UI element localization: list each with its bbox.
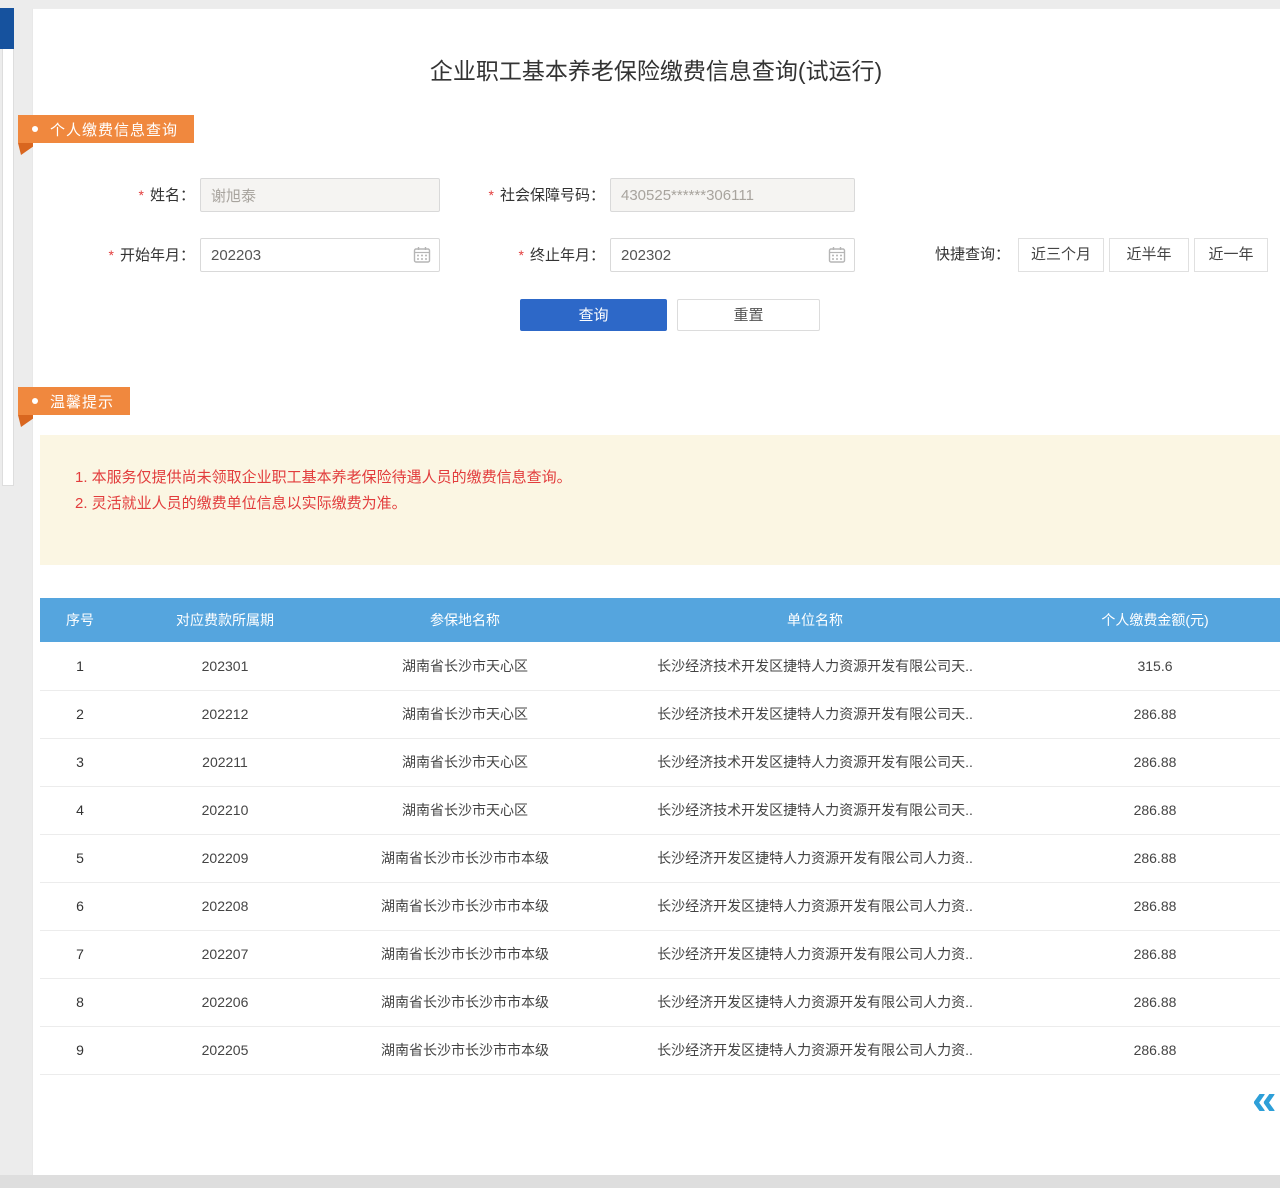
table-row: 2202212湖南省长沙市天心区长沙经济技术开发区捷特人力资源开发有限公司天..… [40, 690, 1280, 738]
table-cell: 长沙经济开发区捷特人力资源开发有限公司人力资.. [600, 978, 1030, 1026]
table-cell: 长沙经济技术开发区捷特人力资源开发有限公司天.. [600, 690, 1030, 738]
table-row: 4202210湖南省长沙市天心区长沙经济技术开发区捷特人力资源开发有限公司天..… [40, 786, 1280, 834]
query-button[interactable]: 查询 [520, 299, 667, 331]
quick-query-label: 快捷查询： [920, 238, 1010, 272]
payment-table: 序号对应费款所属期参保地名称单位名称个人缴费金额(元) 1202301湖南省长沙… [40, 598, 1280, 1075]
quick-last-3-months-button[interactable]: 近三个月 [1018, 238, 1104, 272]
table-cell: 286.88 [1030, 930, 1280, 978]
ribbon-fold [18, 143, 33, 155]
table-cell: 湖南省长沙市天心区 [330, 786, 600, 834]
table-cell: 长沙经济开发区捷特人力资源开发有限公司人力资.. [600, 882, 1030, 930]
column-header: 对应费款所属期 [120, 598, 330, 642]
table-cell: 3 [40, 738, 120, 786]
table-cell: 286.88 [1030, 786, 1280, 834]
end-date-field[interactable] [610, 238, 855, 272]
table-cell: 202211 [120, 738, 330, 786]
double-chevron-left-icon[interactable]: « [1252, 1078, 1276, 1122]
table-cell: 湖南省长沙市天心区 [330, 642, 600, 690]
table-cell: 202207 [120, 930, 330, 978]
table-cell: 286.88 [1030, 690, 1280, 738]
table-cell: 202209 [120, 834, 330, 882]
table-cell: 长沙经济技术开发区捷特人力资源开发有限公司天.. [600, 642, 1030, 690]
table-cell: 7 [40, 930, 120, 978]
ribbon-fold [18, 415, 33, 427]
table-cell: 湖南省长沙市天心区 [330, 690, 600, 738]
table-cell: 202212 [120, 690, 330, 738]
start-date-label: *开始年月： [90, 238, 195, 272]
table-cell: 湖南省长沙市长沙市市本级 [330, 1026, 600, 1074]
table-row: 3202211湖南省长沙市天心区长沙经济技术开发区捷特人力资源开发有限公司天..… [40, 738, 1280, 786]
required-asterisk: * [139, 187, 144, 203]
table-cell: 长沙经济技术开发区捷特人力资源开发有限公司天.. [600, 786, 1030, 834]
sidebar-blue-tab[interactable] [0, 8, 14, 49]
table-cell: 202205 [120, 1026, 330, 1074]
table-cell: 湖南省长沙市长沙市市本级 [330, 978, 600, 1026]
table-cell: 长沙经济开发区捷特人力资源开发有限公司人力资.. [600, 834, 1030, 882]
quick-last-half-year-button[interactable]: 近半年 [1109, 238, 1189, 272]
required-asterisk: * [109, 247, 114, 263]
table-cell: 长沙经济技术开发区捷特人力资源开发有限公司天.. [600, 738, 1030, 786]
start-date-field[interactable] [200, 238, 440, 272]
section-badge-query: 个人缴费信息查询 [18, 115, 194, 143]
table-body: 1202301湖南省长沙市天心区长沙经济技术开发区捷特人力资源开发有限公司天..… [40, 642, 1280, 1074]
start-date-picker[interactable] [200, 238, 440, 272]
ssn-field[interactable] [610, 178, 855, 212]
name-field[interactable] [200, 178, 440, 212]
table-cell: 286.88 [1030, 1026, 1280, 1074]
table-cell: 湖南省长沙市长沙市市本级 [330, 882, 600, 930]
section-badge-query-label: 个人缴费信息查询 [50, 119, 178, 140]
end-date-label: *终止年月： [450, 238, 605, 272]
table-cell: 315.6 [1030, 642, 1280, 690]
quick-last-year-button[interactable]: 近一年 [1194, 238, 1268, 272]
bullet-dot-icon [32, 126, 38, 132]
table-cell: 202208 [120, 882, 330, 930]
table-cell: 6 [40, 882, 120, 930]
table-row: 6202208湖南省长沙市长沙市市本级长沙经济开发区捷特人力资源开发有限公司人力… [40, 882, 1280, 930]
table-cell: 286.88 [1030, 882, 1280, 930]
table-cell: 5 [40, 834, 120, 882]
table-cell: 202210 [120, 786, 330, 834]
section-badge-tips: 温馨提示 [18, 387, 130, 415]
required-asterisk: * [489, 187, 494, 203]
page-title: 企业职工基本养老保险缴费信息查询(试运行) [32, 52, 1280, 86]
column-header: 个人缴费金额(元) [1030, 598, 1280, 642]
table-cell: 湖南省长沙市天心区 [330, 738, 600, 786]
table-cell: 9 [40, 1026, 120, 1074]
table-cell: 286.88 [1030, 978, 1280, 1026]
section-badge-tips-label: 温馨提示 [50, 391, 114, 412]
tip-line: 1. 本服务仅提供尚未领取企业职工基本养老保险待遇人员的缴费信息查询。 [75, 465, 1260, 491]
table-row: 5202209湖南省长沙市长沙市市本级长沙经济开发区捷特人力资源开发有限公司人力… [40, 834, 1280, 882]
table-row: 7202207湖南省长沙市长沙市市本级长沙经济开发区捷特人力资源开发有限公司人力… [40, 930, 1280, 978]
required-asterisk: * [519, 247, 524, 263]
table-cell: 湖南省长沙市长沙市市本级 [330, 834, 600, 882]
collapsed-sidebar [2, 8, 14, 486]
table-cell: 2 [40, 690, 120, 738]
table-row: 1202301湖南省长沙市天心区长沙经济技术开发区捷特人力资源开发有限公司天..… [40, 642, 1280, 690]
ssn-label: *社会保障号码： [450, 178, 605, 212]
table-cell: 286.88 [1030, 834, 1280, 882]
column-header: 序号 [40, 598, 120, 642]
tip-line: 2. 灵活就业人员的缴费单位信息以实际缴费为准。 [75, 491, 1260, 517]
table-cell: 1 [40, 642, 120, 690]
table-row: 8202206湖南省长沙市长沙市市本级长沙经济开发区捷特人力资源开发有限公司人力… [40, 978, 1280, 1026]
table-row: 9202205湖南省长沙市长沙市市本级长沙经济开发区捷特人力资源开发有限公司人力… [40, 1026, 1280, 1074]
bullet-dot-icon [32, 398, 38, 404]
name-label: *姓名： [90, 178, 195, 212]
table-cell: 长沙经济开发区捷特人力资源开发有限公司人力资.. [600, 1026, 1030, 1074]
table-cell: 湖南省长沙市长沙市市本级 [330, 930, 600, 978]
reset-button[interactable]: 重置 [677, 299, 820, 331]
end-date-picker[interactable] [610, 238, 855, 272]
table-cell: 202206 [120, 978, 330, 1026]
column-header: 单位名称 [600, 598, 1030, 642]
table-cell: 8 [40, 978, 120, 1026]
table-cell: 202301 [120, 642, 330, 690]
table-cell: 长沙经济开发区捷特人力资源开发有限公司人力资.. [600, 930, 1030, 978]
table-header-row: 序号对应费款所属期参保地名称单位名称个人缴费金额(元) [40, 598, 1280, 642]
column-header: 参保地名称 [330, 598, 600, 642]
tips-box: 1. 本服务仅提供尚未领取企业职工基本养老保险待遇人员的缴费信息查询。 2. 灵… [40, 435, 1280, 565]
table-cell: 286.88 [1030, 738, 1280, 786]
table-cell: 4 [40, 786, 120, 834]
footer-strip [0, 1175, 1280, 1188]
